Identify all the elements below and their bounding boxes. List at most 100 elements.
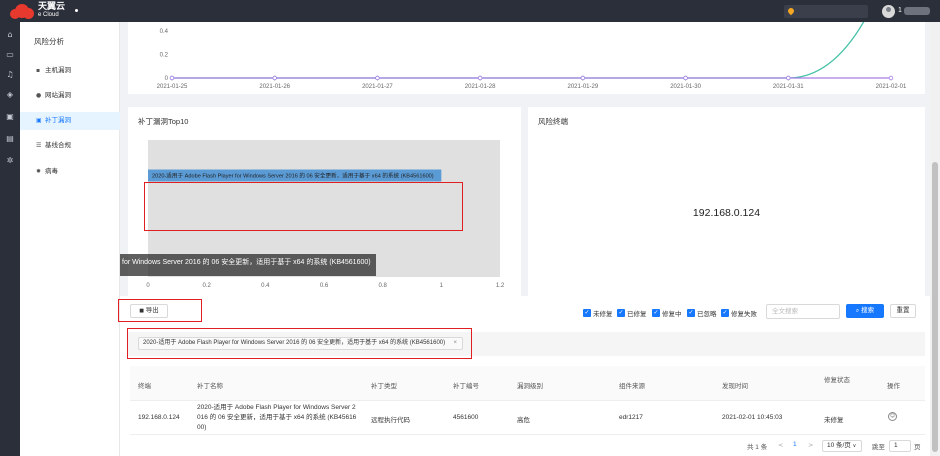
cloud-logo-icon <box>10 3 36 19</box>
pagination-total: 共 1 条 <box>747 444 768 451</box>
filter-ignored[interactable]: ✓ 已忽略 <box>687 308 717 318</box>
globe-icon: ● <box>36 92 42 99</box>
col-patch-name: 补丁名称 <box>197 383 223 390</box>
series-point-1 <box>477 75 483 81</box>
brand-subtitle: e Cloud <box>38 12 59 18</box>
series-point-1 <box>888 75 894 81</box>
search-icon: ⌕ <box>855 307 860 314</box>
user-avatar[interactable] <box>882 5 895 18</box>
x-tick-label: 0.2 <box>202 283 211 289</box>
trend-chart-panel: 0.4 0.2 0 2021-01-25 2021-01-26 2021-01-27 202… <box>128 0 925 94</box>
sidebar-item-baseline[interactable]: ☰ 基线合规 <box>20 137 120 155</box>
col-found-time: 发现时间 <box>722 383 748 390</box>
filter-fixed[interactable]: ✓ 已修复 <box>617 308 647 318</box>
list-icon: ▪ <box>36 67 41 74</box>
search-button[interactable]: ⌕ 搜索 <box>846 304 884 318</box>
cube-icon[interactable]: ◈ <box>5 90 15 100</box>
row-fix-status: 未修复 <box>824 417 844 424</box>
next-page-button[interactable]: > <box>808 441 813 449</box>
x-tick-label: 0.8 <box>378 283 387 289</box>
sidebar-item-patch-vuln[interactable]: ▣ 补丁漏洞 <box>20 112 120 130</box>
settings-icon[interactable]: ✲ <box>5 156 15 166</box>
status-dot <box>75 9 78 12</box>
col-vuln-level: 漏洞级别 <box>517 383 543 390</box>
row-divider <box>130 434 925 435</box>
scroll-thumb[interactable] <box>932 162 938 452</box>
patch-top10-title: 补丁漏洞Top10 <box>138 117 189 126</box>
sidebar-item-web-vuln[interactable]: ● 网站漏洞 <box>20 87 120 105</box>
user-name[interactable]: 1 <box>898 7 902 14</box>
prev-page-button[interactable]: < <box>778 441 783 449</box>
checkbox-checked-icon: ✓ <box>721 308 729 317</box>
top-bar: 天翼云 e Cloud 1 <box>0 0 940 22</box>
folder-icon[interactable]: ▭ <box>5 50 15 60</box>
brand-name: 天翼云 <box>38 2 66 12</box>
bell-icon[interactable]: ♫ <box>5 70 15 80</box>
x-tick-label: 2021-01-30 <box>670 84 701 90</box>
page-size-select[interactable]: 10 条/页 ∨ <box>822 440 862 452</box>
x-tick-label: 2021-01-25 <box>157 84 188 90</box>
highlight-box-export <box>118 299 202 322</box>
col-patch-number: 补丁编号 <box>453 383 479 390</box>
page-suffix: 页 <box>914 444 921 451</box>
sidebar-item-virus[interactable]: ✹ 病毒 <box>20 163 120 181</box>
filter-fix-failed[interactable]: ✓ 修复失败 <box>721 308 757 318</box>
checkbox-checked-icon: ✓ <box>652 308 660 317</box>
x-tick-label: 2021-02-01 <box>876 84 907 90</box>
x-tick-label: 0 <box>146 283 150 289</box>
region-select[interactable] <box>784 5 868 18</box>
reset-button[interactable]: 重置 <box>890 304 916 318</box>
filter-unfixed[interactable]: ✓ 未修复 <box>583 308 613 318</box>
series-point-1 <box>272 75 277 81</box>
checkbox-checked-icon: ✓ <box>617 308 625 317</box>
x-tick-label: 0.6 <box>320 283 329 289</box>
y-tick-label: 0 <box>165 76 169 82</box>
header-divider <box>130 400 925 401</box>
col-patch-type: 补丁类型 <box>371 383 397 390</box>
row-component-source: edr1217 <box>619 414 643 421</box>
monitor-icon[interactable]: ▤ <box>5 134 15 144</box>
icon-rail: ⌂ ▭ ♫ ◈ ▣ ▤ ✲ <box>0 22 20 456</box>
col-actions: 操作 <box>887 383 900 390</box>
x-tick-label: 2021-01-31 <box>773 84 804 90</box>
row-vuln-level: 高危 <box>517 417 530 424</box>
row-patch-name: 2020-适用于 Adobe Flash Player for Windows … <box>197 404 357 431</box>
menu-section-title: 风险分析 <box>34 37 64 46</box>
risk-terminal-ip[interactable]: 192.168.0.124 <box>528 207 925 219</box>
risk-terminal-panel: 风险终端 192.168.0.124 <box>528 107 925 296</box>
x-tick-label: 1.2 <box>496 283 505 289</box>
y-tick-label: 0.4 <box>160 29 169 35</box>
col-fix-status: 修复状态 <box>824 377 850 384</box>
chevron-down-icon: ∨ <box>852 443 857 449</box>
patch-icon: ▣ <box>36 117 42 124</box>
trend-line-chart: 0.4 0.2 0 2021-01-25 2021-01-26 2021-01-27 202… <box>157 0 907 90</box>
col-terminal: 终端 <box>138 383 151 390</box>
page-scrollbar[interactable] <box>930 22 940 456</box>
risk-analysis-menu: 风险分析 ▪ 主机漏洞 ● 网站漏洞 ▣ 补丁漏洞 ☰ 基线合规 ✹ 病毒 <box>20 22 120 456</box>
sidebar-item-host-vuln[interactable]: ▪ 主机漏洞 <box>20 62 120 80</box>
x-tick-label: 2021-01-29 <box>568 84 599 90</box>
y-tick-label: 0.2 <box>160 53 169 59</box>
brand-logo[interactable]: 天翼云 e Cloud <box>10 3 65 19</box>
search-input[interactable]: 全文搜索 <box>766 304 840 319</box>
risk-terminal-title: 风险终端 <box>538 117 568 126</box>
filter-fixing[interactable]: ✓ 修复中 <box>652 308 682 318</box>
x-tick-label: 2021-01-27 <box>362 84 393 90</box>
checkbox-checked-icon: ✓ <box>583 308 591 317</box>
x-tick-label: 0.4 <box>261 283 270 289</box>
series-point-1 <box>580 75 586 81</box>
row-patch-type: 远程执行代码 <box>371 417 410 424</box>
location-pin-icon <box>786 6 796 16</box>
chart-tooltip: for Windows Server 2016 的 06 安全更新，适用于基于 … <box>120 254 376 276</box>
row-terminal: 192.168.0.124 <box>138 414 180 421</box>
series-line-0 <box>172 0 876 79</box>
shield-icon[interactable]: ▣ <box>5 112 15 122</box>
home-icon[interactable]: ⌂ <box>5 30 15 40</box>
fix-action-icon[interactable]: ☺ <box>888 412 897 421</box>
highlight-box-bar <box>144 182 463 231</box>
page-1-button[interactable]: 1 <box>793 441 797 448</box>
x-tick-label: 2021-01-26 <box>259 84 290 90</box>
checklist-icon: ☰ <box>36 142 42 149</box>
goto-page-input[interactable]: 1 <box>889 440 911 452</box>
goto-label: 跳至 <box>872 444 885 451</box>
